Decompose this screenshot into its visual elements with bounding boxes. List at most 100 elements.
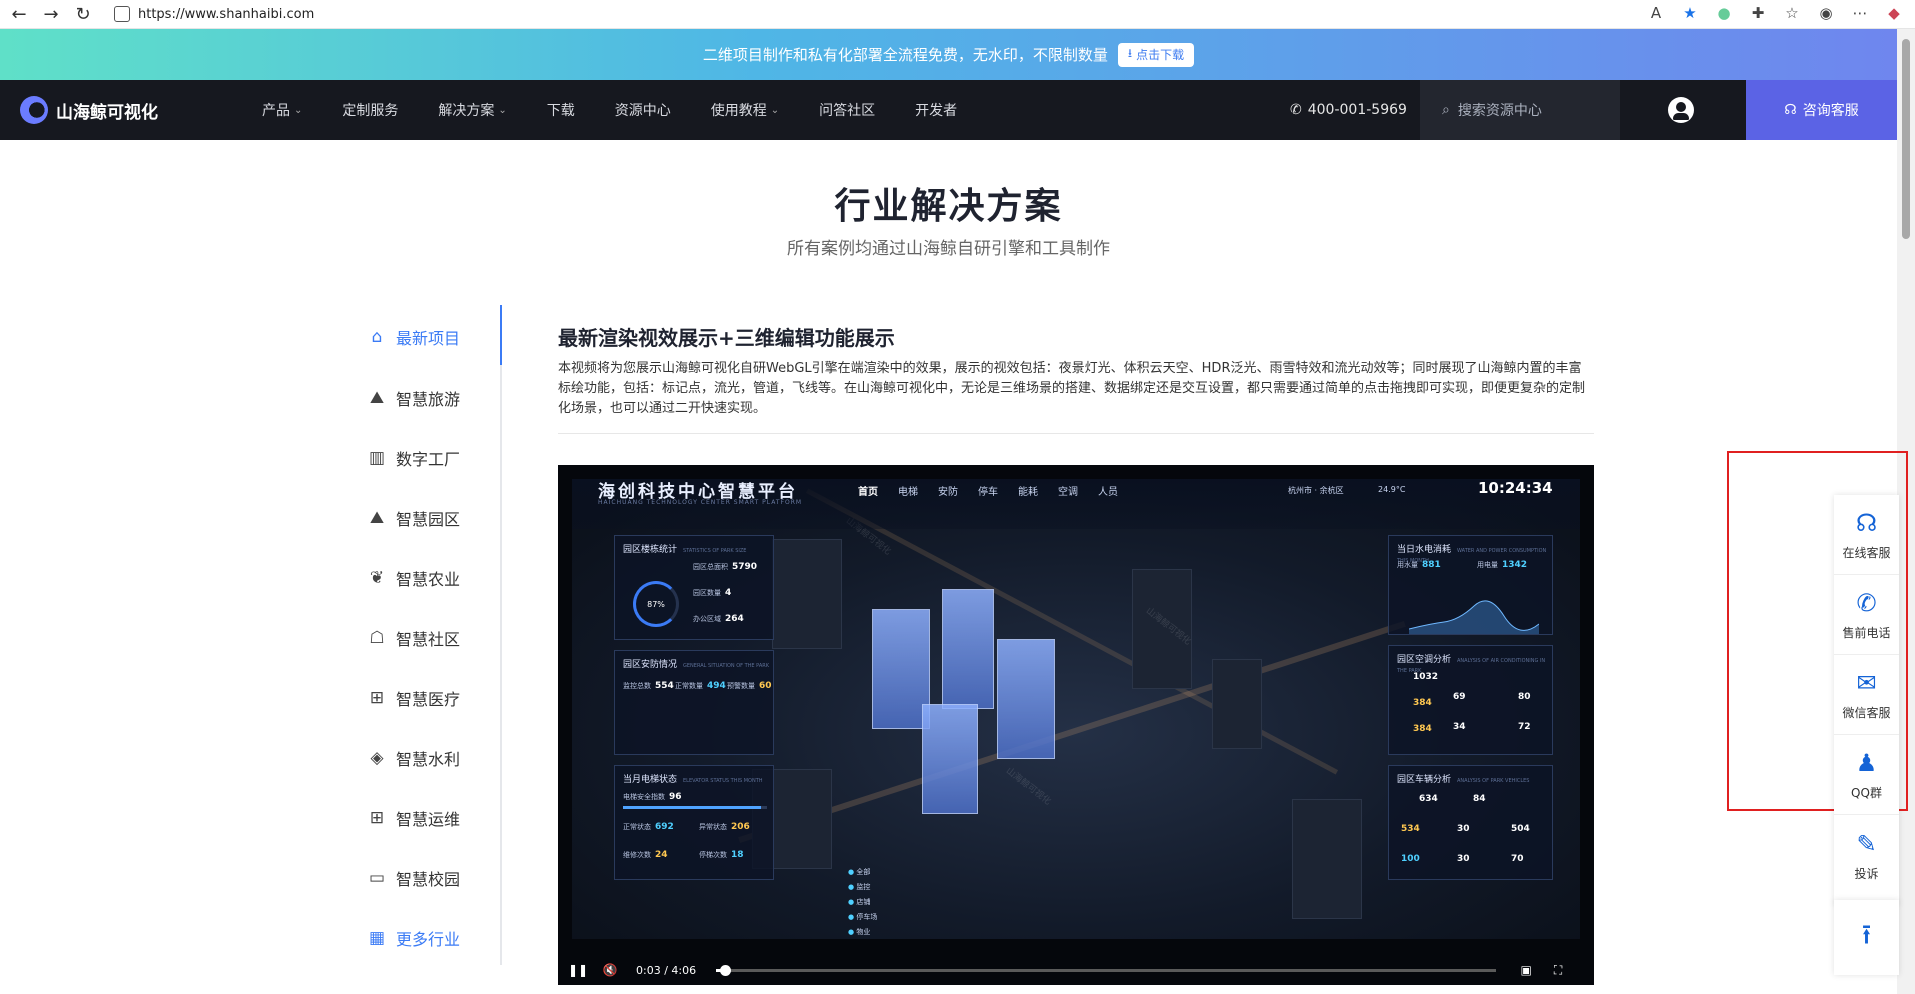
stat-label: 办公区域: [693, 615, 721, 623]
sidebar-item-tourism[interactable]: ⛰ 智慧旅游: [366, 378, 460, 418]
sidebar-item-factory[interactable]: ▥ 数字工厂: [366, 438, 460, 478]
nav-item-developers[interactable]: 开发者: [895, 100, 977, 120]
sidebar-item-agriculture[interactable]: ❦ 智慧农业: [366, 558, 460, 598]
plant-icon: ❦: [369, 568, 385, 588]
sidebar-item-park[interactable]: ⛰ 智慧园区: [366, 498, 460, 538]
water-drop-icon: ◈: [370, 748, 384, 768]
phone-number[interactable]: ✆ 400-001-5969: [1290, 80, 1407, 140]
nav-item-download[interactable]: 下载: [527, 100, 595, 120]
safety-bar: [623, 806, 767, 809]
safety-bar-fill: [623, 806, 762, 809]
stat: 预警数量 60: [727, 681, 772, 691]
stat: 1032: [1409, 672, 1438, 682]
stat-value: 881: [1422, 560, 1441, 570]
phone-icon: ✆: [1856, 589, 1877, 617]
stat-value: 494: [707, 681, 726, 691]
home-icon: ⌂: [371, 327, 383, 347]
panel-title: 当月电梯状态 ELEVATOR STATUS THIS MONTH: [623, 772, 763, 785]
user-avatar-icon[interactable]: [1668, 97, 1694, 123]
highlight-building: [922, 704, 978, 814]
logo[interactable]: 山海鲸可视化: [20, 96, 220, 124]
page-title: 行业解决方案: [834, 186, 1063, 227]
logo-text: 山海鲸可视化: [56, 102, 158, 123]
extension-icon[interactable]: ●: [1713, 2, 1735, 24]
nav-item-community[interactable]: 问答社区: [799, 100, 895, 120]
float-label: 在线客服: [1842, 546, 1891, 560]
forward-icon[interactable]: →: [38, 1, 64, 27]
panel-title-text: 园区楼栋统计: [623, 545, 678, 555]
nav-item-product[interactable]: 产品 ⌄: [242, 100, 322, 120]
stat-value: 692: [655, 822, 674, 832]
panel-title: 园区安防情况 GENERAL SITUATION OF THE PARK: [623, 657, 769, 670]
panel-subtitle: ANALYSIS OF PARK VEHICLES: [1457, 778, 1530, 784]
back-to-top-button[interactable]: ⭱: [1834, 900, 1899, 975]
stat: 30: [1453, 824, 1470, 834]
promo-text: 二维项目制作和私有化部署全流程免费，无水印，不限制数量: [702, 46, 1108, 64]
sidebar-item-more[interactable]: ▦ 更多行业: [366, 918, 460, 958]
sidebar-item-medical[interactable]: ⊞ 智慧医疗: [366, 678, 460, 718]
scroll-thumb[interactable]: [1902, 39, 1910, 239]
more-icon[interactable]: ⋯: [1849, 2, 1871, 24]
download-button[interactable]: ⭳ 点击下载: [1117, 42, 1195, 67]
stat-value: 634: [1419, 794, 1438, 804]
video-progress-bar[interactable]: [716, 964, 1497, 976]
puzzle-icon[interactable]: ✚: [1747, 2, 1769, 24]
pause-icon[interactable]: ❚❚: [566, 958, 590, 982]
favorites-icon[interactable]: ☆: [1781, 2, 1803, 24]
address-bar[interactable]: https://www.shanhaibi.com: [114, 2, 1614, 26]
stat: 634: [1415, 794, 1438, 804]
stat: 正常数量 494: [675, 681, 726, 691]
fullscreen-icon[interactable]: ⛶: [1546, 958, 1570, 982]
stat-label: 电梯安全指数: [623, 793, 665, 801]
video-player[interactable]: 山海鲸可视化 山海鲸可视化 山海鲸可视化 海创科技中心智慧平台 HAICHUAN…: [558, 465, 1594, 985]
back-icon[interactable]: ←: [6, 1, 32, 27]
sidebar-item-campus[interactable]: ▭ 智慧校园: [366, 858, 460, 898]
nav-item-solutions[interactable]: 解决方案 ⌄: [418, 100, 526, 120]
panel-title: 园区车辆分析 ANALYSIS OF PARK VEHICLES: [1397, 772, 1529, 785]
hvac-panel: 园区空调分析 ANALYSIS OF AIR CONDITIONING IN TH…: [1388, 645, 1553, 755]
copilot-icon[interactable]: ◆: [1883, 2, 1905, 24]
stat-value: 100: [1401, 854, 1420, 864]
stat: 园区数量 4: [693, 588, 731, 598]
sidebar-item-latest[interactable]: ⌂ 最新项目: [366, 317, 460, 357]
consult-button[interactable]: ☊ 咨询客服: [1746, 80, 1897, 140]
legend-item: 停车场: [848, 910, 877, 925]
stat: 30: [1453, 854, 1470, 864]
nav-item-resources[interactable]: 资源中心: [595, 100, 691, 120]
complaint-button[interactable]: ✎ 投诉: [1834, 815, 1899, 895]
read-aloud-icon[interactable]: A: [1645, 2, 1667, 24]
progress-knob[interactable]: [720, 964, 732, 976]
stat-value: 34: [1453, 722, 1466, 732]
sidebar-item-community[interactable]: ☖ 智慧社区: [366, 618, 460, 658]
search-icon: ⌕: [1442, 102, 1450, 118]
stat-label: 正常状态: [623, 823, 651, 831]
document-edit-icon: ✎: [1856, 829, 1877, 858]
profile-icon[interactable]: ◉: [1815, 2, 1837, 24]
sidebar-item-operations[interactable]: ⊞ 智慧运维: [366, 798, 460, 838]
stat: 70: [1507, 854, 1524, 864]
main-nav: 产品 ⌄ 定制服务 解决方案 ⌄ 下载 资源中心 使用教程 ⌄ 问答社区 开发者: [242, 100, 977, 120]
stat-label: 园区总面积: [693, 563, 728, 571]
wechat-service-button[interactable]: ✉ 微信客服: [1834, 655, 1899, 735]
presale-phone-button[interactable]: ✆ 售前电话: [1834, 575, 1899, 655]
sidebar-item-water[interactable]: ◈ 智慧水利: [366, 738, 460, 778]
mute-icon[interactable]: 🔇: [598, 958, 622, 982]
online-service-button[interactable]: ☊ 在线客服: [1834, 495, 1899, 575]
dashboard-tab: 首页: [858, 487, 878, 498]
service-widget: ☊ 在线客服 ✆ 售前电话 ✉ 微信客服 ♟ QQ群 ✎ 投诉: [1834, 495, 1899, 905]
panel-title: 园区楼栋统计 STATISTICS OF PARK SIZE: [623, 542, 746, 555]
stat-value: 4: [725, 588, 732, 598]
nav-item-tutorials[interactable]: 使用教程 ⌄: [691, 100, 799, 120]
grid-icon: ▦: [368, 928, 386, 948]
pip-icon[interactable]: ▣: [1514, 958, 1538, 982]
search-input[interactable]: ⌕ 搜索资源中心: [1420, 80, 1620, 140]
star-icon[interactable]: ★: [1679, 2, 1701, 24]
panel-title-text: 园区空调分析: [1397, 655, 1452, 665]
nav-item-custom-service[interactable]: 定制服务: [322, 100, 418, 120]
float-label: QQ群: [1851, 786, 1882, 800]
dashboard-tab: 人员: [1098, 487, 1118, 498]
qq-group-button[interactable]: ♟ QQ群: [1834, 735, 1899, 815]
stat: 园区总面积 5790: [693, 562, 757, 572]
stat-label: 监控总数: [623, 682, 651, 690]
reload-icon[interactable]: ↻: [70, 1, 96, 27]
